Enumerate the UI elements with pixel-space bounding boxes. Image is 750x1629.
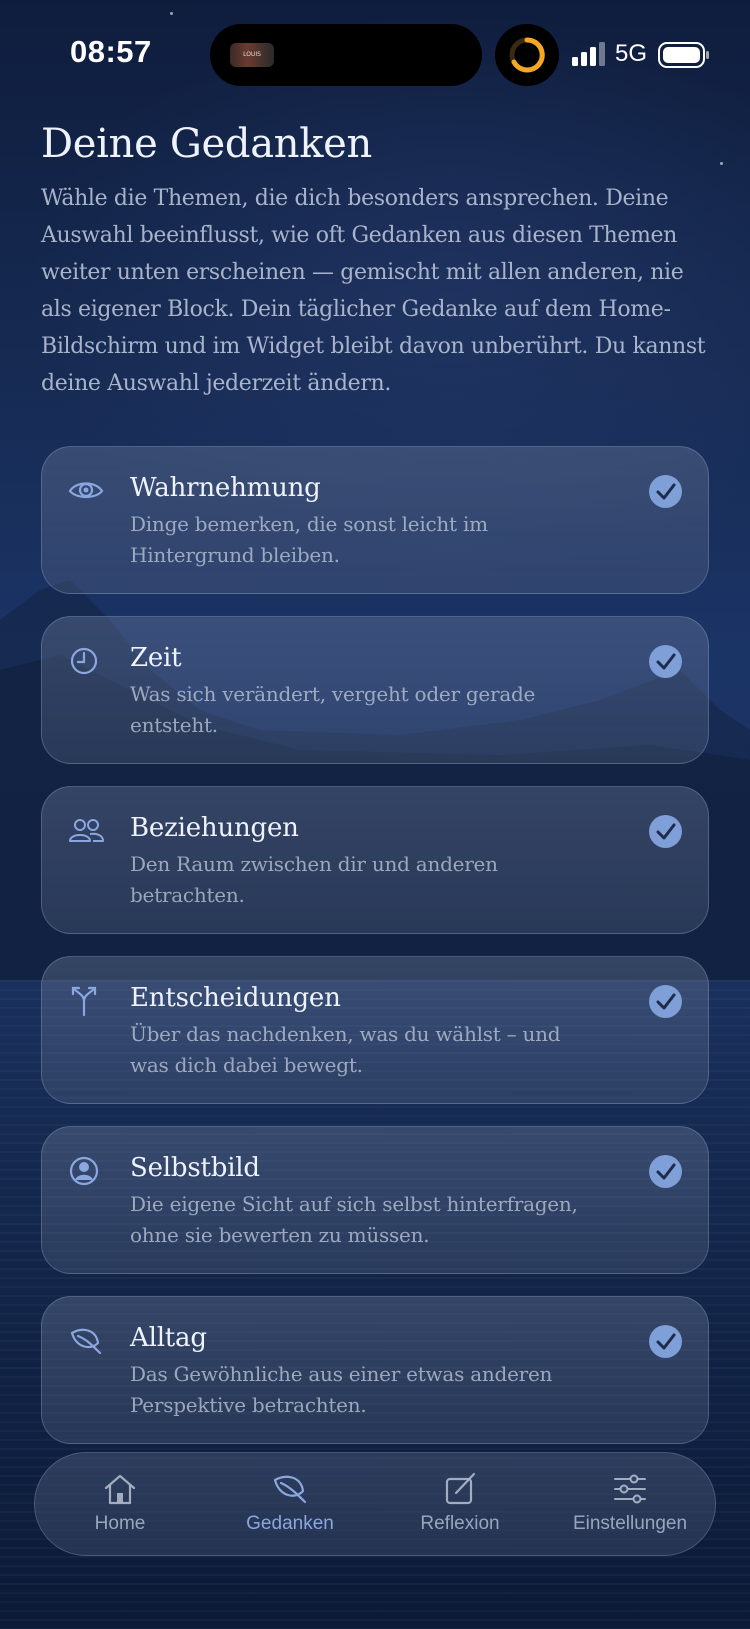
sliders-icon: [614, 1474, 646, 1504]
page-title: Deine Gedanken: [41, 121, 372, 167]
checkmark-icon[interactable]: [649, 815, 682, 848]
topic-title: Selbstbild: [130, 1153, 260, 1183]
tab-label: Gedanken: [246, 1513, 334, 1534]
topic-list: Wahrnehmung Dinge bemerken, die sonst le…: [41, 446, 709, 1466]
topic-description: Das Gewöhnliche aus einer etwas anderen …: [130, 1362, 553, 1417]
topic-title: Entscheidungen: [130, 983, 341, 1013]
tab-label: Home: [94, 1513, 146, 1534]
now-playing-thumbnail: LOUIS: [230, 43, 274, 67]
page-header: Deine Gedanken Wähle die Themen, die dic…: [41, 112, 709, 402]
topic-card-beziehungen[interactable]: Beziehungen Den Raum zwischen dir und an…: [41, 786, 709, 934]
network-type: 5G: [615, 40, 648, 67]
tab-einstellungen[interactable]: Einstellungen: [545, 1471, 715, 1541]
tab-home[interactable]: Home: [35, 1471, 205, 1541]
checkmark-icon[interactable]: [649, 985, 682, 1018]
topic-card-wahrnehmung[interactable]: Wahrnehmung Dinge bemerken, die sonst le…: [41, 446, 709, 594]
checkmark-icon[interactable]: [649, 475, 682, 508]
leaf-icon: [70, 1328, 102, 1355]
status-bar: 08:57 LOUIS 5G: [0, 0, 750, 110]
topic-card-selbstbild[interactable]: Selbstbild Die eigene Sicht auf sich sel…: [41, 1126, 709, 1274]
dynamic-island[interactable]: LOUIS: [210, 24, 482, 86]
topic-card-zeit[interactable]: Zeit Was sich verändert, vergeht oder ge…: [41, 616, 709, 764]
leaf-icon: [273, 1475, 307, 1504]
tab-label: Reflexion: [420, 1513, 500, 1534]
person-circle-icon: [69, 1156, 99, 1186]
topic-description: Was sich verändert, vergeht oder gerade …: [130, 682, 536, 737]
tab-reflexion[interactable]: Reflexion: [375, 1471, 545, 1541]
battery-icon: [658, 42, 709, 68]
cellular-signal-icon: [572, 42, 605, 66]
topic-title: Alltag: [130, 1323, 207, 1353]
topic-description: Den Raum zwischen dir und anderen betrac…: [130, 852, 498, 907]
fork-icon: [71, 986, 97, 1017]
topic-title: Beziehungen: [130, 813, 299, 843]
clock-icon: [70, 647, 98, 675]
house-icon: [104, 1474, 136, 1505]
people-icon: [69, 819, 104, 842]
topic-card-alltag[interactable]: Alltag Das Gewöhnliche aus einer etwas a…: [41, 1296, 709, 1444]
checkmark-icon[interactable]: [649, 1325, 682, 1358]
eye-icon: [68, 482, 104, 499]
compose-icon: [445, 1472, 476, 1505]
topic-description: Über das nachdenken, was du wählst – und…: [130, 1022, 561, 1077]
star: [720, 162, 723, 165]
page-intro: Wähle die Themen, die dich besonders ans…: [41, 186, 706, 396]
checkmark-icon[interactable]: [649, 1155, 682, 1188]
topic-title: Zeit: [130, 643, 182, 673]
tab-gedanken[interactable]: Gedanken: [205, 1471, 375, 1541]
timer-ring-icon[interactable]: [495, 24, 559, 86]
tab-label: Einstellungen: [572, 1513, 688, 1534]
checkmark-icon[interactable]: [649, 645, 682, 678]
topic-title: Wahrnehmung: [130, 473, 321, 503]
topic-description: Dinge bemerken, die sonst leicht im Hint…: [130, 512, 488, 567]
topic-description: Die eigene Sicht auf sich selbst hinterf…: [130, 1192, 578, 1247]
tab-bar: Home Gedanken Reflexion Einstellungen: [34, 1452, 716, 1556]
status-time: 08:57: [70, 34, 152, 69]
topic-card-entscheidungen[interactable]: Entscheidungen Über das nachdenken, was …: [41, 956, 709, 1104]
